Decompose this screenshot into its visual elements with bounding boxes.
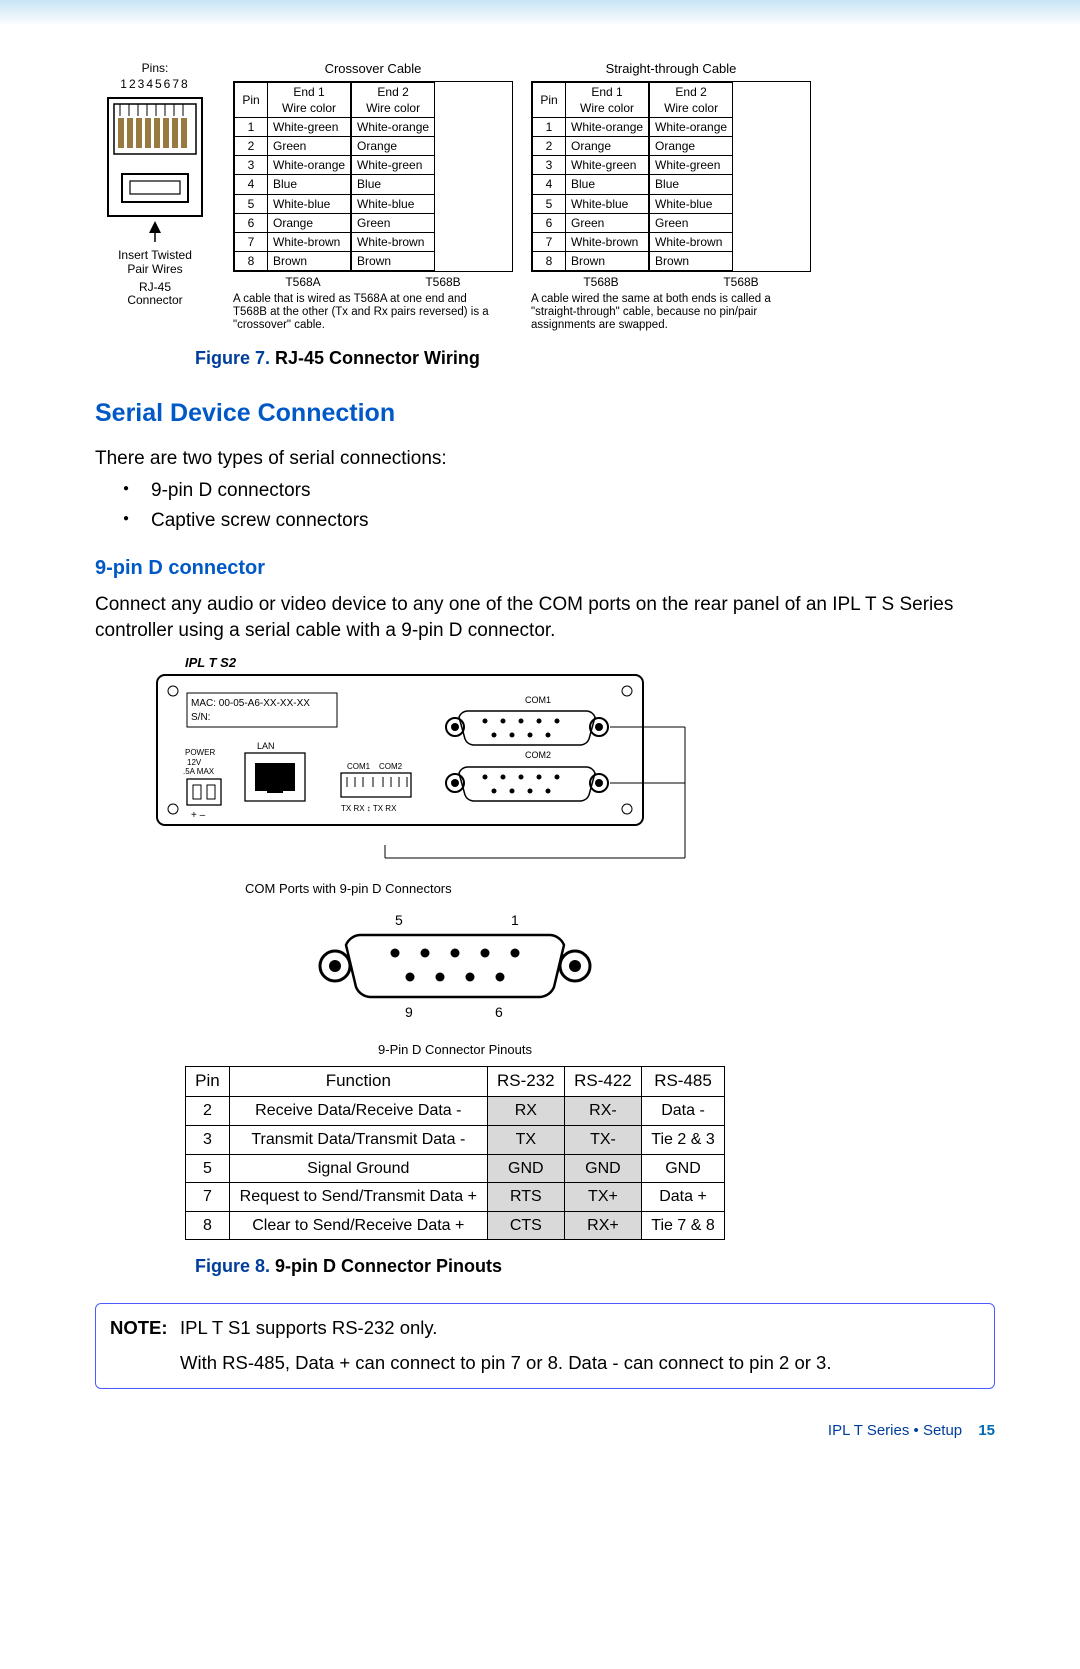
svg-text:.5A MAX: .5A MAX <box>183 767 215 776</box>
svg-text:COM2: COM2 <box>525 750 551 760</box>
svg-text:9: 9 <box>405 1004 413 1020</box>
straight-std1: T568B <box>531 274 671 290</box>
svg-text:POWER: POWER <box>185 748 215 757</box>
device-panel-icon: MAC: 00-05-A6-XX-XX-XX S/N: POWER 12V .5… <box>155 673 715 868</box>
figure-8-label: Figure 8. <box>195 1256 270 1276</box>
figure-7-text: RJ-45 Connector Wiring <box>270 348 480 368</box>
mac-text: MAC: 00-05-A6-XX-XX-XX <box>191 698 310 709</box>
subsection-heading: 9-pin D connector <box>95 555 995 582</box>
pins-label: Pins: <box>95 60 215 76</box>
svg-text:1: 1 <box>511 912 519 928</box>
svg-text:12V: 12V <box>187 758 202 767</box>
crossover-cable-block: Crossover Cable PinEnd 1 Wire color1Whit… <box>233 60 513 332</box>
pins-text: 12345678 <box>95 76 215 92</box>
note-line-1: IPL T S1 supports RS-232 only. <box>180 1316 970 1341</box>
svg-text:COM2: COM2 <box>379 762 403 771</box>
crossover-table: PinEnd 1 Wire color1White-green2Green3Wh… <box>233 81 513 273</box>
straight-table: PinEnd 1 Wire color1White-orange2Orange3… <box>531 81 811 273</box>
insert-wires-label: Insert Twisted Pair Wires <box>95 249 215 277</box>
crossover-title: Crossover Cable <box>233 60 513 78</box>
rj45-figure-row: Pins: 12345678 <box>95 60 995 332</box>
footer-page: 15 <box>978 1422 995 1439</box>
crossover-std1: T568A <box>233 274 373 290</box>
note-line-2: With RS-485, Data + can connect to pin 7… <box>180 1351 970 1376</box>
svg-text:LAN: LAN <box>257 741 275 751</box>
crossover-footnote: A cable that is wired as T568A at one en… <box>233 293 493 333</box>
sn-text: S/N: <box>191 712 210 723</box>
svg-text:COM1: COM1 <box>525 695 551 705</box>
pinout-row: 5Signal GroundGNDGNDGND <box>186 1154 725 1183</box>
straight-std2: T568B <box>671 274 811 290</box>
note-box: NOTE:IPL T S1 supports RS-232 only. With… <box>95 1303 995 1389</box>
straight-title: Straight-through Cable <box>531 60 811 78</box>
pinout-table: Pin Function RS-232 RS-422 RS-485 2Recei… <box>185 1066 725 1240</box>
pinout-hdr-422: RS-422 <box>564 1067 641 1097</box>
figure-8-caption: Figure 8. 9-pin D Connector Pinouts <box>195 1254 995 1278</box>
figure-7-label: Figure 7. <box>195 348 270 368</box>
svg-text:5: 5 <box>395 912 403 928</box>
pinout-row: 8Clear to Send/Receive Data +CTSRX+Tie 7… <box>186 1211 725 1240</box>
d-connector-icon: 5 1 9 6 <box>305 911 605 1031</box>
straight-cable-block: Straight-through Cable PinEnd 1 Wire col… <box>531 60 811 332</box>
device-panel-figure: IPL T S2 MAC: 00-05-A6-XX-XX-XX S/N: POW… <box>155 654 995 898</box>
svg-text:+ –: + – <box>191 810 206 821</box>
svg-text:COM1: COM1 <box>347 762 371 771</box>
section-heading: Serial Device Connection <box>95 397 995 431</box>
pinout-row: 2Receive Data/Receive Data -RXRX-Data - <box>186 1097 725 1126</box>
page-header-bar <box>0 0 1080 26</box>
subsection-paragraph: Connect any audio or video device to any… <box>95 592 995 643</box>
section-intro: There are two types of serial connection… <box>95 446 995 472</box>
pinout-hdr-485: RS-485 <box>642 1067 725 1097</box>
d-connector-figure: 5 1 9 6 9-Pin D Connector Pinouts Pin Func… <box>185 911 725 1240</box>
connection-types-list: 9-pin D connectors Captive screw connect… <box>123 478 995 533</box>
pinout-row: 7Request to Send/Transmit Data +RTSTX+Da… <box>186 1183 725 1212</box>
pinout-hdr-pin: Pin <box>186 1067 230 1097</box>
device-model-label: IPL T S2 <box>185 654 995 672</box>
note-label: NOTE: <box>110 1316 180 1341</box>
page-footer: IPL T Series • Setup 15 <box>95 1421 995 1441</box>
com-ports-caption: COM Ports with 9-pin D Connectors <box>245 880 995 898</box>
svg-text:6: 6 <box>495 1004 503 1020</box>
bullet-9pin: 9-pin D connectors <box>123 478 995 504</box>
pinout-hdr-func: Function <box>229 1067 487 1097</box>
rj45-connector-block: Pins: 12345678 <box>95 60 215 308</box>
pinout-hdr-232: RS-232 <box>487 1067 564 1097</box>
page-content: Pins: 12345678 <box>0 26 1080 1461</box>
pinout-row: 3Transmit Data/Transmit Data -TXTX-Tie 2… <box>186 1125 725 1154</box>
d-connector-caption: 9-Pin D Connector Pinouts <box>185 1041 725 1059</box>
rj45-icon <box>100 92 210 242</box>
crossover-std2: T568B <box>373 274 513 290</box>
footer-section: IPL T Series • Setup <box>828 1422 962 1439</box>
figure-8-text: 9-pin D Connector Pinouts <box>270 1256 502 1276</box>
figure-7-caption: Figure 7. RJ-45 Connector Wiring <box>195 346 995 370</box>
bullet-captive: Captive screw connectors <box>123 508 995 534</box>
svg-text:TX RX ↕ TX RX: TX RX ↕ TX RX <box>341 804 397 813</box>
rj45-connector-label: RJ-45 Connector <box>95 281 215 309</box>
straight-footnote: A cable wired the same at both ends is c… <box>531 293 791 333</box>
